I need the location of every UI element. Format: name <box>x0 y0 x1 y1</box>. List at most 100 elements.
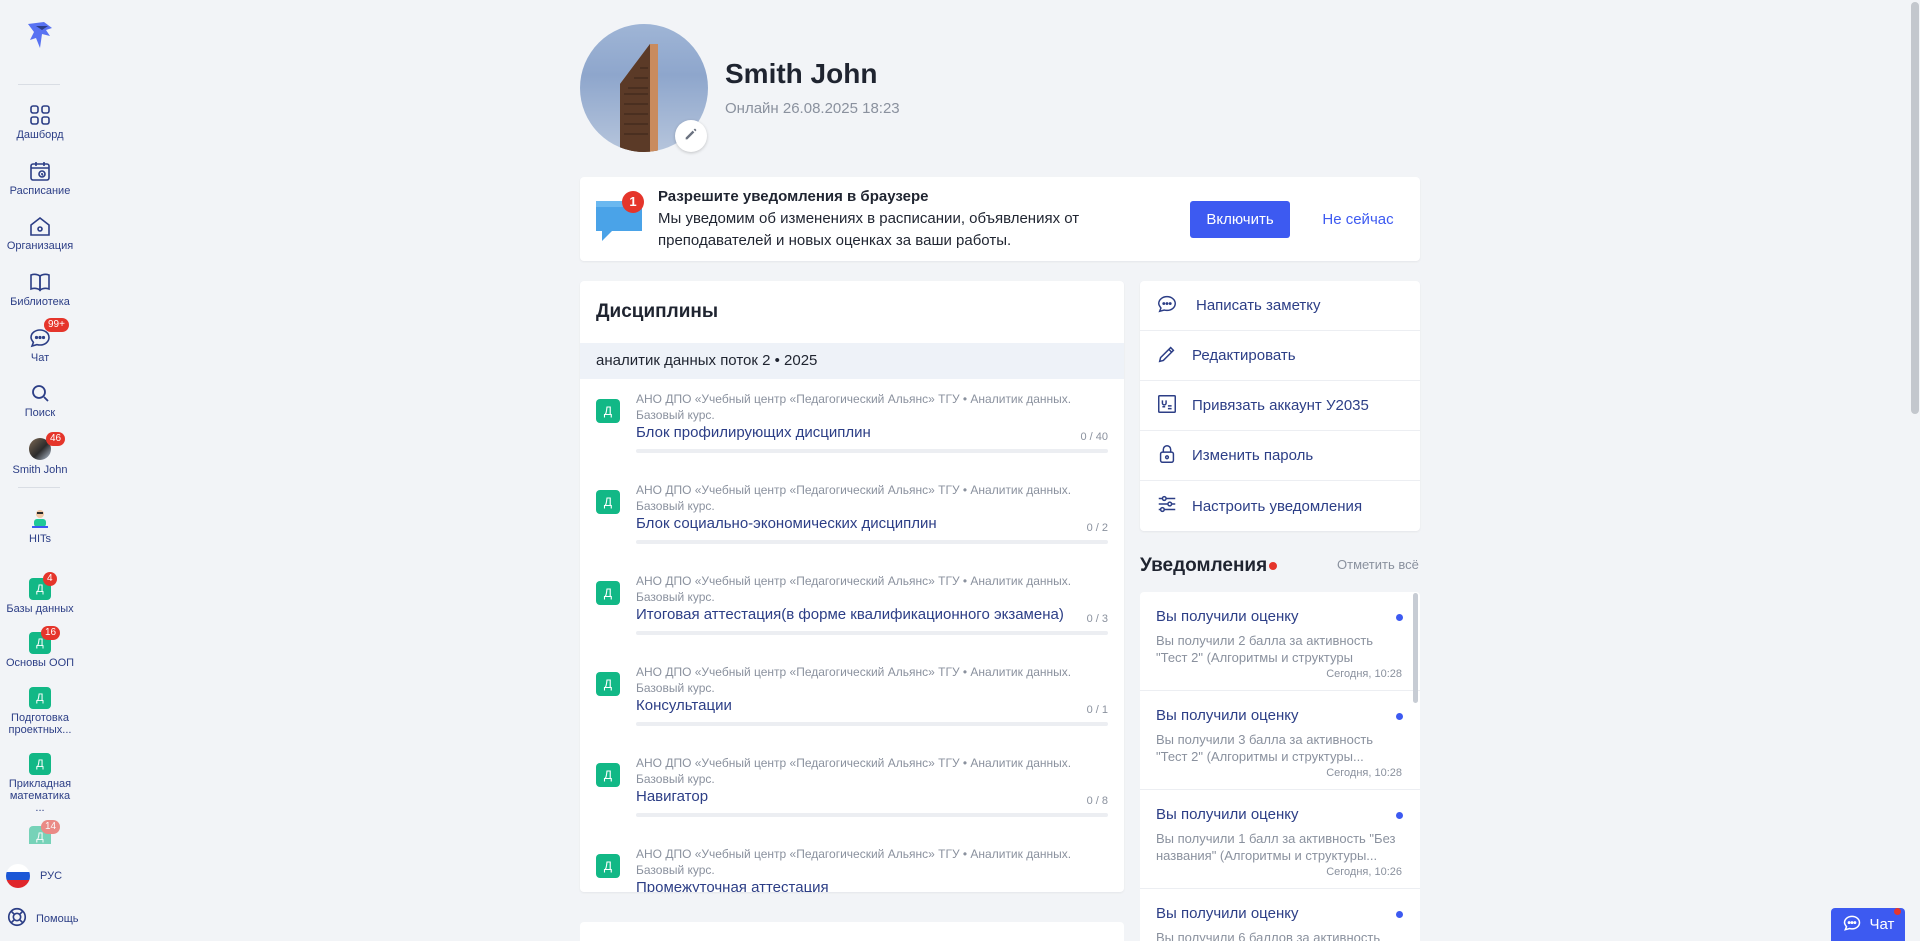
edit-profile-action[interactable]: Редактировать <box>1140 331 1420 381</box>
language-label: РУС <box>40 870 63 882</box>
enable-notifications-button[interactable]: Включить <box>1190 201 1290 238</box>
course-tile-icon: Д <box>29 687 51 709</box>
unread-indicator <box>1269 562 1277 570</box>
link-u2035-action[interactable]: Привязать аккаунт У2035 <box>1140 381 1420 431</box>
action-label: Изменить пароль <box>1192 447 1314 464</box>
notification-title: Вы получили оценку <box>1156 806 1299 823</box>
notification-item[interactable]: Вы получили оценку Вы получили 6 баллов … <box>1140 889 1420 941</box>
sidebar-course-math[interactable]: Д Прикладная математика ... <box>0 753 80 814</box>
action-label: Редактировать <box>1192 347 1296 364</box>
mark-all-read-button[interactable]: Отметить всё <box>1337 557 1419 572</box>
page-scrollbar[interactable] <box>1911 0 1920 941</box>
sidebar-course-projects[interactable]: Д Подготовка проектных... <box>0 687 80 736</box>
search-icon <box>28 381 52 405</box>
notifications-title: Уведомления <box>1140 555 1268 576</box>
discipline-count: 0 / 2 <box>1086 522 1108 534</box>
course-tile-icon: Д 14 <box>29 820 61 844</box>
dashboard-icon <box>28 103 52 127</box>
course-tile-letter: Д <box>36 583 44 595</box>
sidebar-course-more[interactable]: Д 14 <box>0 818 80 844</box>
course-badge: 4 <box>43 572 57 586</box>
notification-title: Вы получили оценку <box>1156 905 1299 922</box>
sidebar-item-label: Прикладная математика ... <box>8 778 72 814</box>
u2035-icon <box>1156 393 1192 419</box>
notification-time: Сегодня, 10:28 <box>1326 767 1402 779</box>
help-link[interactable]: Помощь <box>6 906 79 931</box>
notification-body: Вы получили 3 балла за активность "Тест … <box>1156 732 1374 764</box>
unread-dot <box>1396 812 1403 819</box>
discipline-progress-bar <box>636 540 1108 544</box>
sidebar-item-label: Расписание <box>9 185 71 197</box>
notification-body: Вы получили 6 баллов за активность <box>1156 930 1381 941</box>
sidebar-item-dashboard[interactable]: Дашборд <box>0 103 80 141</box>
sidebar-item-hits[interactable]: HITs <box>0 507 80 545</box>
sidebar: Дашборд Расписание Организация Библиотек… <box>0 0 80 941</box>
discipline-tile-icon: Д <box>596 399 620 423</box>
discipline-item[interactable]: Д АНО ДПО «Учебный центр «Педагогический… <box>580 834 1124 892</box>
hits-icon <box>28 507 52 531</box>
sidebar-item-label: Подготовка проектных... <box>8 712 72 736</box>
sidebar-item-profile[interactable]: 46 Smith John <box>0 432 80 476</box>
notifications-list: Вы получили оценку Вы получили 2 балла з… <box>1140 592 1420 941</box>
sidebar-course-databases[interactable]: Д4 Базы данных <box>0 572 80 615</box>
change-password-action[interactable]: Изменить пароль <box>1140 431 1420 481</box>
course-tile-letter: Д <box>36 831 44 843</box>
action-label: Привязать аккаунт У2035 <box>1192 397 1369 414</box>
notification-item[interactable]: Вы получили оценку Вы получили 3 балла з… <box>1140 691 1420 790</box>
discipline-name[interactable]: Навигатор <box>636 788 708 805</box>
discipline-list: Д АНО ДПО «Учебный центр «Педагогический… <box>580 379 1124 892</box>
language-switch[interactable]: РУС <box>6 864 62 888</box>
discipline-item[interactable]: Д АНО ДПО «Учебный центр «Педагогический… <box>580 743 1124 834</box>
logo-icon[interactable] <box>22 18 58 54</box>
notification-item[interactable]: Вы получили оценку Вы получили 2 балла з… <box>1140 592 1420 691</box>
discipline-count: 0 / 8 <box>1086 795 1108 807</box>
sidebar-item-organization[interactable]: Организация <box>0 214 80 252</box>
sidebar-item-label: Организация <box>6 240 74 252</box>
notification-settings-action[interactable]: Настроить уведомления <box>1140 481 1420 531</box>
course-tile-icon: Д4 <box>29 572 57 600</box>
discipline-item[interactable]: Д АНО ДПО «Учебный центр «Педагогический… <box>580 561 1124 652</box>
pencil-icon <box>683 126 699 147</box>
help-label: Помощь <box>36 912 79 925</box>
course-tile-letter: Д <box>36 758 44 770</box>
discipline-item[interactable]: Д АНО ДПО «Учебный центр «Педагогический… <box>580 470 1124 561</box>
discipline-count: 0 / 1 <box>1086 704 1108 716</box>
discipline-progress-bar <box>636 722 1108 726</box>
course-tile-icon: Д <box>29 753 51 775</box>
discipline-tile-icon: Д <box>596 763 620 787</box>
discipline-name[interactable]: Блок профилирующих дисциплин <box>636 424 871 441</box>
discipline-org: АНО ДПО «Учебный центр «Педагогический А… <box>636 756 1072 786</box>
sidebar-item-label: Основы ООП <box>5 657 75 669</box>
sidebar-item-chat[interactable]: 99+ Чат <box>0 318 80 364</box>
course-badge: 14 <box>41 820 61 834</box>
sidebar-item-schedule[interactable]: Расписание <box>0 159 80 197</box>
notification-item[interactable]: Вы получили оценку Вы получили 1 балл за… <box>1140 790 1420 889</box>
course-tile-letter: Д <box>36 692 44 704</box>
discipline-progress-bar <box>636 449 1108 453</box>
sidebar-item-label: HITs <box>29 533 51 545</box>
scrollbar-thumb[interactable] <box>1911 2 1919 414</box>
library-icon <box>28 270 52 294</box>
not-now-button[interactable]: Не сейчас <box>1308 201 1408 238</box>
next-card <box>580 922 1124 941</box>
discipline-name[interactable]: Консультации <box>636 697 732 714</box>
sidebar-course-oop[interactable]: Д 16 Основы ООП <box>0 626 80 669</box>
write-note-action[interactable]: Написать заметку <box>1140 281 1420 331</box>
lock-icon <box>1156 443 1192 469</box>
discipline-item[interactable]: Д АНО ДПО «Учебный центр «Педагогический… <box>580 652 1124 743</box>
edit-photo-button[interactable] <box>675 120 707 152</box>
sidebar-divider <box>18 84 60 85</box>
chat-widget-button[interactable]: Чат <box>1831 908 1905 941</box>
discipline-name[interactable]: Итоговая аттестация(в форме квалификацио… <box>636 606 1064 623</box>
sidebar-item-search[interactable]: Поиск <box>0 381 80 419</box>
notification-time: Сегодня, 10:26 <box>1326 866 1402 878</box>
notification-title: Вы получили оценку <box>1156 707 1299 724</box>
discipline-item[interactable]: Д АНО ДПО «Учебный центр «Педагогический… <box>580 379 1124 470</box>
notification-body: Вы получили 2 балла за активность "Тест … <box>1156 633 1374 665</box>
profile-badge: 46 <box>46 432 66 446</box>
notifications-scrollbar[interactable] <box>1413 593 1418 703</box>
disciplines-card: Дисциплины аналитик данных поток 2 • 202… <box>580 281 1124 892</box>
sidebar-item-library[interactable]: Библиотека <box>0 270 80 308</box>
discipline-name[interactable]: Промежуточная аттестация <box>636 879 829 892</box>
discipline-name[interactable]: Блок социально-экономических дисциплин <box>636 515 937 532</box>
